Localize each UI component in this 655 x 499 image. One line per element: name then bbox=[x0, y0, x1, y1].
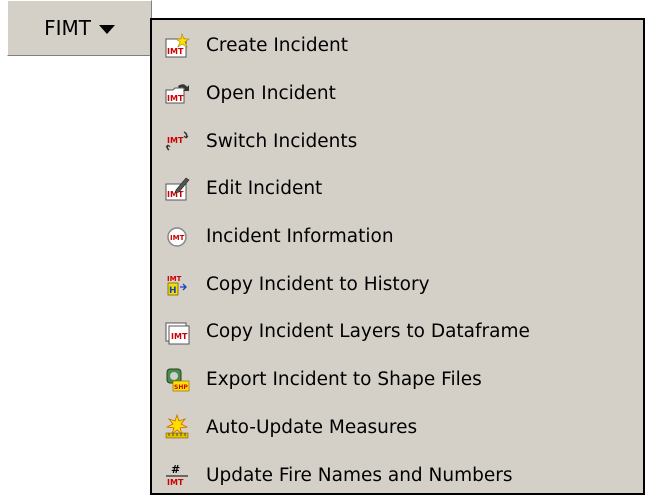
menu-item-incident-information[interactable]: IMT Incident Information bbox=[152, 213, 643, 261]
menu-item-switch-incidents[interactable]: IMT Switch Incidents bbox=[152, 117, 643, 165]
menu-item-label: Update Fire Names and Numbers bbox=[206, 464, 513, 486]
menu-item-open-incident[interactable]: IMT Open Incident bbox=[152, 70, 643, 118]
menu-item-label: Auto-Update Measures bbox=[206, 416, 418, 438]
menu-item-create-incident[interactable]: IMT Create Incident bbox=[152, 22, 643, 70]
menu-item-export-shapefile[interactable]: SHP Export Incident to Shape Files bbox=[152, 356, 643, 404]
menu-item-label: Copy Incident to History bbox=[206, 273, 430, 295]
copy-to-history-icon: H IMT bbox=[167, 275, 187, 296]
fimt-menu-button-label: FIMT bbox=[44, 16, 91, 40]
fimt-dropdown-menu: IMT Create Incident IMT Open Incident IM… bbox=[150, 18, 645, 495]
copy-layers-icon: IMT bbox=[165, 322, 190, 345]
menu-item-label: Edit Incident bbox=[206, 178, 323, 200]
edit-incident-icon: IMT bbox=[165, 177, 190, 201]
switch-incidents-icon: IMT bbox=[165, 131, 189, 151]
menu-item-copy-to-history[interactable]: H IMT Copy Incident to History bbox=[152, 260, 643, 308]
svg-text:#: # bbox=[171, 463, 180, 476]
menu-item-copy-layers[interactable]: IMT Copy Incident Layers to Dataframe bbox=[152, 308, 643, 356]
chevron-down-icon bbox=[98, 24, 115, 34]
menu-item-fire-numbers[interactable]: # IMT Update Fire Names and Numbers bbox=[152, 451, 643, 499]
create-incident-icon: IMT bbox=[165, 32, 190, 58]
open-incident-icon: IMT bbox=[165, 83, 189, 104]
menu-item-edit-incident[interactable]: IMT Edit Incident bbox=[152, 165, 643, 213]
menu-item-label: Export Incident to Shape Files bbox=[206, 369, 482, 391]
menu-item-label: Incident Information bbox=[206, 226, 394, 248]
fimt-menu-button[interactable]: FIMT bbox=[7, 0, 152, 56]
fire-numbers-icon: # IMT bbox=[166, 463, 188, 487]
menu-item-label: Copy Incident Layers to Dataframe bbox=[206, 321, 530, 343]
svg-text:IMT: IMT bbox=[167, 136, 184, 145]
svg-text:H: H bbox=[169, 286, 177, 296]
menu-item-label: Switch Incidents bbox=[206, 130, 358, 152]
export-shapefile-icon: SHP bbox=[166, 368, 190, 391]
svg-text:IMT: IMT bbox=[170, 234, 185, 242]
menu-item-auto-update[interactable]: Auto-Update Measures bbox=[152, 404, 643, 452]
svg-text:SHP: SHP bbox=[174, 384, 188, 391]
svg-text:IMT: IMT bbox=[167, 94, 184, 103]
menu-item-label: Open Incident bbox=[206, 83, 336, 105]
auto-update-icon bbox=[165, 414, 189, 439]
incident-information-icon: IMT bbox=[167, 226, 187, 247]
menu-item-label: Create Incident bbox=[206, 35, 348, 57]
svg-text:IMT: IMT bbox=[167, 275, 182, 283]
svg-text:IMT: IMT bbox=[167, 47, 184, 56]
svg-text:IMT: IMT bbox=[167, 478, 184, 487]
svg-text:IMT: IMT bbox=[171, 332, 188, 341]
